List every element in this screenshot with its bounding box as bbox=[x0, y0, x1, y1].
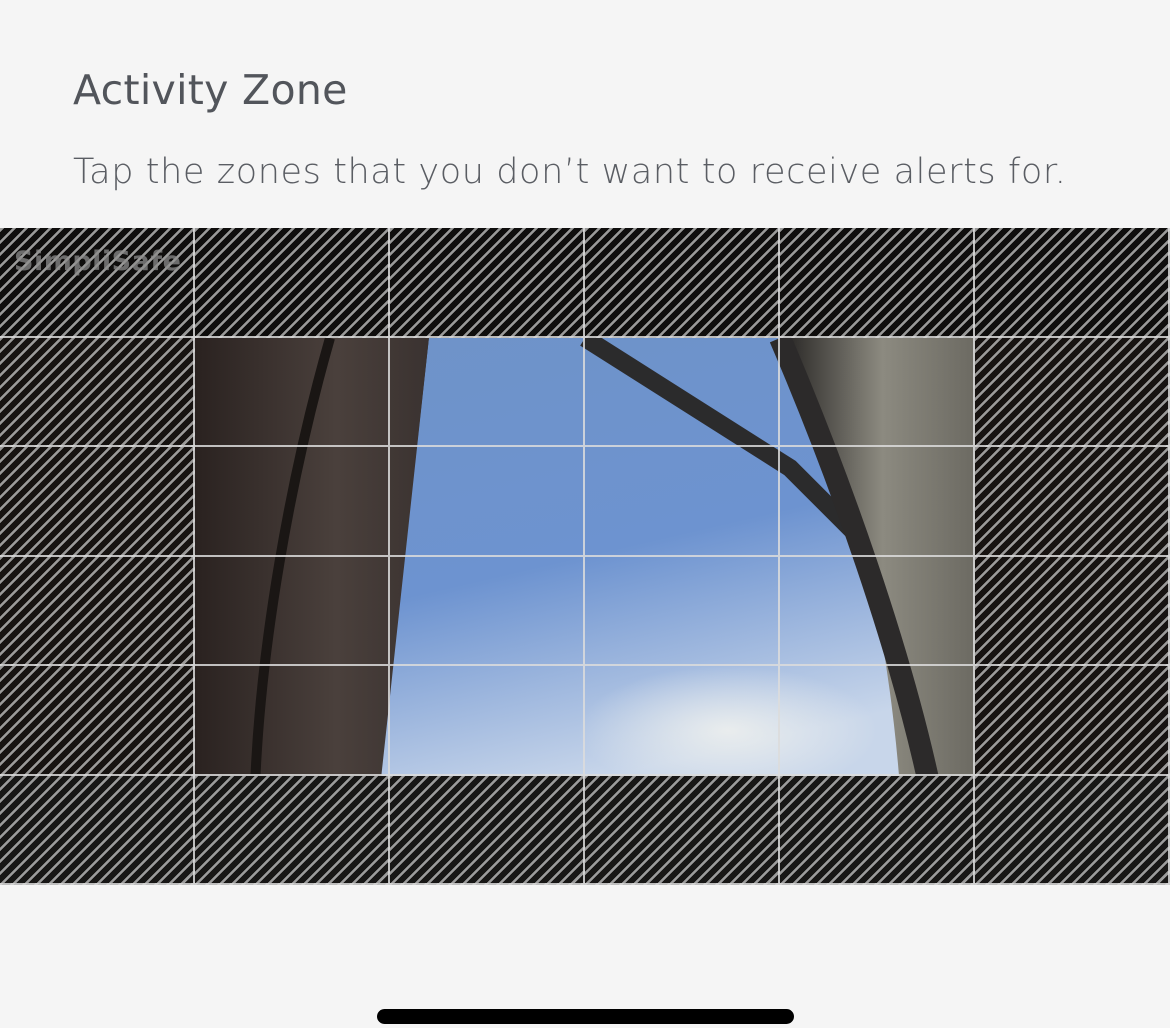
camera-snapshot: SimpliSafe bbox=[0, 228, 1170, 885]
zone-cell-r4-c6[interactable] bbox=[975, 556, 1170, 666]
zone-cell-r6-c2[interactable] bbox=[195, 775, 390, 885]
zone-cell-r4-c5[interactable] bbox=[780, 556, 975, 666]
zone-cell-r4-c1[interactable] bbox=[0, 556, 195, 666]
zone-cell-r5-c4[interactable] bbox=[585, 666, 780, 776]
zone-cell-r3-c5[interactable] bbox=[780, 447, 975, 557]
zone-cell-r3-c2[interactable] bbox=[195, 447, 390, 557]
zone-cell-r3-c3[interactable] bbox=[390, 447, 585, 557]
zone-cell-r1-c2[interactable] bbox=[195, 228, 390, 338]
zone-cell-r2-c6[interactable] bbox=[975, 337, 1170, 447]
zone-cell-r2-c5[interactable] bbox=[780, 337, 975, 447]
zone-cell-r5-c5[interactable] bbox=[780, 666, 975, 776]
zone-cell-r1-c6[interactable] bbox=[975, 228, 1170, 338]
zone-cell-r2-c4[interactable] bbox=[585, 337, 780, 447]
zone-cell-r1-c3[interactable] bbox=[390, 228, 585, 338]
zone-cell-r5-c3[interactable] bbox=[390, 666, 585, 776]
zone-cell-r3-c4[interactable] bbox=[585, 447, 780, 557]
zone-cell-r4-c2[interactable] bbox=[195, 556, 390, 666]
page-title: Activity Zone bbox=[73, 66, 348, 114]
zone-cell-r2-c1[interactable] bbox=[0, 337, 195, 447]
zone-cell-r5-c6[interactable] bbox=[975, 666, 1170, 776]
zone-cell-r3-c1[interactable] bbox=[0, 447, 195, 557]
zone-cell-r1-c5[interactable] bbox=[780, 228, 975, 338]
zone-cell-r6-c5[interactable] bbox=[780, 775, 975, 885]
instructions-text: Tap the zones that you don’t want to rec… bbox=[73, 152, 1067, 192]
zone-cell-r6-c4[interactable] bbox=[585, 775, 780, 885]
zone-cell-r5-c1[interactable] bbox=[0, 666, 195, 776]
zone-cell-r2-c2[interactable] bbox=[195, 337, 390, 447]
zone-cell-r6-c1[interactable] bbox=[0, 775, 195, 885]
zone-cell-r1-c4[interactable] bbox=[585, 228, 780, 338]
zone-cell-r6-c6[interactable] bbox=[975, 775, 1170, 885]
zone-cell-r2-c3[interactable] bbox=[390, 337, 585, 447]
zone-cell-r3-c6[interactable] bbox=[975, 447, 1170, 557]
zone-cell-r4-c4[interactable] bbox=[585, 556, 780, 666]
home-indicator[interactable] bbox=[377, 1009, 794, 1024]
zone-cell-r1-c1[interactable] bbox=[0, 228, 195, 338]
zone-cell-r4-c3[interactable] bbox=[390, 556, 585, 666]
zone-cell-r6-c3[interactable] bbox=[390, 775, 585, 885]
zone-cell-r5-c2[interactable] bbox=[195, 666, 390, 776]
activity-zone-grid bbox=[0, 228, 1170, 885]
